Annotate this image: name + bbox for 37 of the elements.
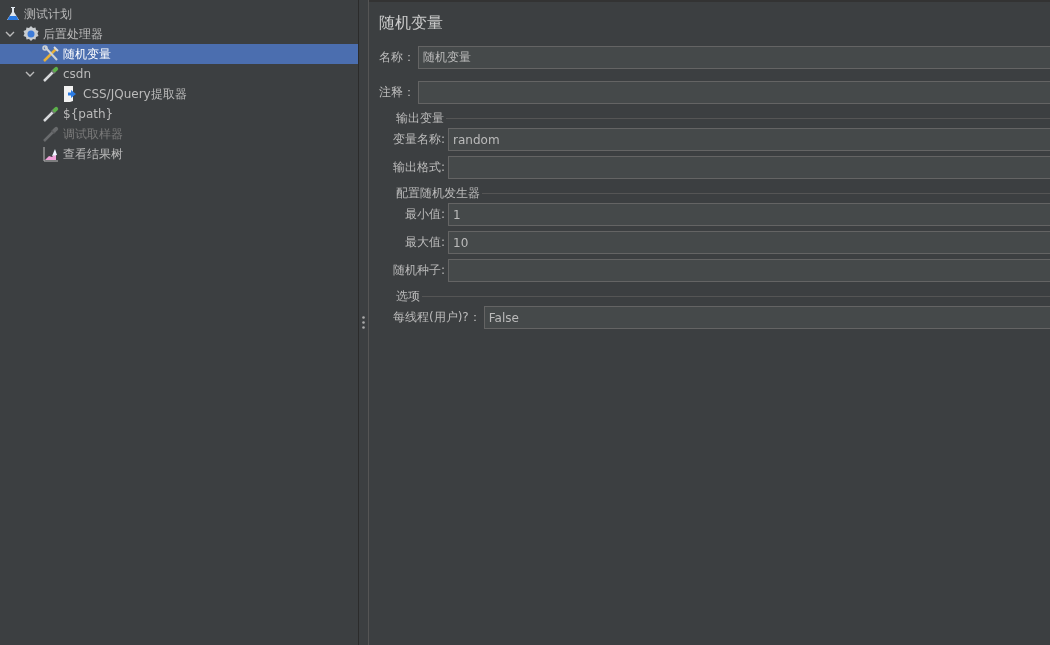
pipette-icon bbox=[42, 125, 60, 143]
tree-item[interactable]: 测试计划 bbox=[24, 5, 72, 23]
tree-item[interactable]: 查看结果树 bbox=[63, 145, 123, 163]
tree-item[interactable]: CSS/JQuery提取器 bbox=[83, 85, 187, 103]
input-field[interactable]: 随机变量 bbox=[418, 46, 1050, 69]
section-title: 输出变量 bbox=[395, 109, 445, 127]
chart-icon bbox=[42, 145, 60, 163]
flask-icon bbox=[5, 6, 21, 22]
tree-item[interactable]: 随机变量 bbox=[63, 45, 111, 63]
input-field[interactable]: False bbox=[483, 306, 1050, 329]
input-field[interactable] bbox=[448, 259, 1050, 282]
input-field[interactable] bbox=[418, 81, 1050, 104]
field-label: 最小值: bbox=[405, 206, 447, 223]
section-title: 配置随机发生器 bbox=[395, 184, 481, 202]
section-title: 选项 bbox=[395, 287, 421, 305]
panel-title: 随机变量 bbox=[379, 13, 444, 34]
tools-icon bbox=[42, 45, 60, 63]
tree-item[interactable]: 后置处理器 bbox=[43, 25, 103, 43]
tree-item[interactable]: csdn bbox=[63, 67, 92, 81]
field-label: 最大值: bbox=[405, 234, 447, 251]
chevron-down-icon[interactable] bbox=[25, 69, 35, 79]
splitter-grip-icon[interactable] bbox=[362, 316, 365, 329]
tree-item[interactable]: ${path} bbox=[63, 107, 114, 121]
input-field[interactable] bbox=[448, 156, 1050, 179]
field-label: 注释： bbox=[379, 84, 416, 101]
field-label: 变量名称: bbox=[393, 131, 447, 148]
gear-icon bbox=[22, 25, 40, 43]
input-field[interactable]: 1 bbox=[448, 203, 1050, 226]
input-field[interactable]: 10 bbox=[448, 231, 1050, 254]
chevron-down-icon[interactable] bbox=[5, 29, 15, 39]
field-label: 输出格式: bbox=[393, 159, 447, 176]
pipette-icon bbox=[42, 65, 60, 83]
field-label: 名称： bbox=[379, 49, 416, 66]
pipette-icon bbox=[42, 105, 60, 123]
input-field[interactable]: random bbox=[448, 128, 1050, 151]
field-label: 随机种子: bbox=[393, 262, 447, 279]
field-label: 每线程(用户)?： bbox=[393, 309, 482, 326]
